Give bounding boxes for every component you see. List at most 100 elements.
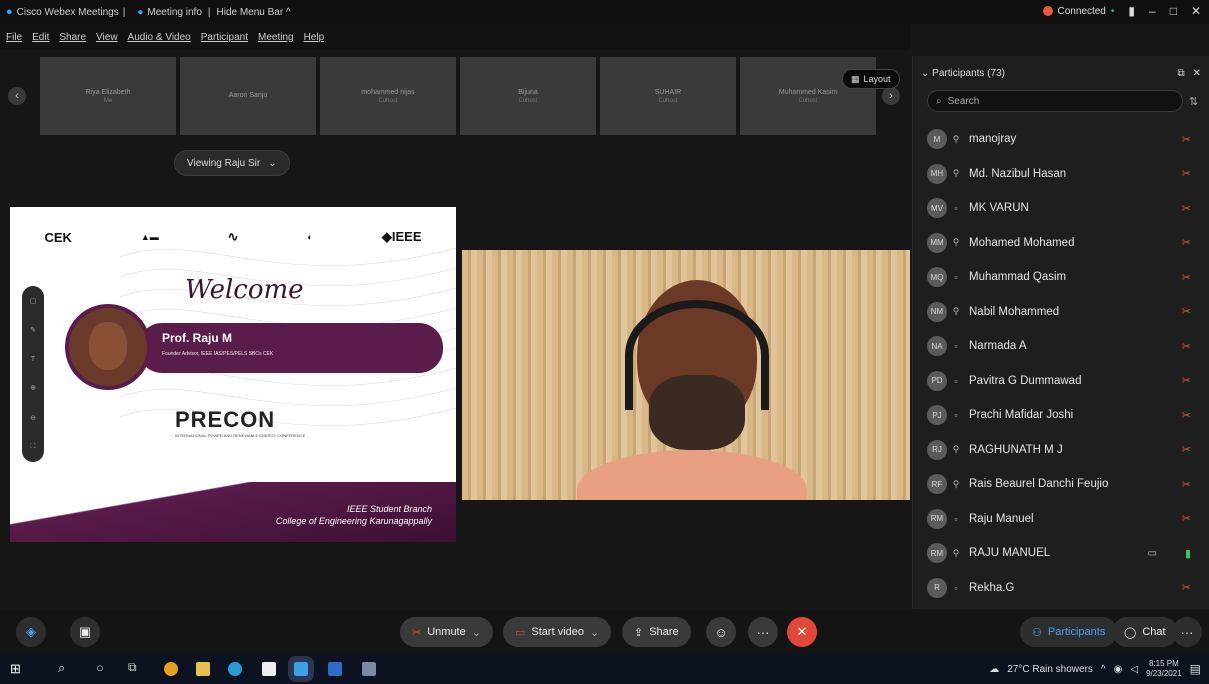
edge-icon[interactable] bbox=[228, 662, 242, 676]
participant-row[interactable]: MH ⚲ Md. Nazibul Hasan ✂ bbox=[913, 157, 1209, 192]
share-button[interactable]: ⇪ Share bbox=[622, 617, 691, 647]
zoom-in-icon[interactable]: ⊕ bbox=[30, 384, 36, 392]
zoom-out-icon[interactable]: ⊖ bbox=[30, 414, 36, 422]
participants-button[interactable]: ⚇ Participants bbox=[1020, 617, 1118, 647]
participant-row[interactable]: MQ ▫ Muhammad Qasim ✂ bbox=[913, 260, 1209, 295]
muted-mic-icon[interactable]: ✂ bbox=[1182, 202, 1191, 215]
meeting-info-button[interactable]: ● Meeting info bbox=[131, 7, 208, 18]
sort-icon[interactable]: ⇅ bbox=[1189, 95, 1198, 108]
layout-button[interactable]: ▦ Layout bbox=[842, 69, 900, 89]
participant-row[interactable]: R ▫ Rekha.G ✂ bbox=[913, 571, 1209, 606]
mobile-device-icon: ⚲ bbox=[952, 237, 960, 248]
word-icon[interactable] bbox=[328, 662, 342, 676]
desktop-device-icon: ▫ bbox=[954, 582, 958, 593]
muted-mic-icon[interactable]: ✂ bbox=[1182, 236, 1191, 249]
menu-file[interactable]: File bbox=[6, 32, 22, 43]
maximize-button[interactable]: □ bbox=[1170, 4, 1177, 18]
thumbnail-name: mohammed nijas bbox=[361, 88, 415, 96]
participant-row[interactable]: RJ ⚲ RAGHUNATH M J ✂ bbox=[913, 433, 1209, 468]
participant-row[interactable]: M ⚲ manojray ✂ bbox=[913, 122, 1209, 157]
more-options-button[interactable]: ··· bbox=[748, 617, 778, 647]
thumbnail-tile[interactable]: Aaron Sanju bbox=[180, 57, 316, 135]
muted-mic-icon[interactable]: ✂ bbox=[1182, 581, 1191, 594]
meeting-info-icon[interactable]: ◈ bbox=[16, 617, 46, 647]
participant-row[interactable]: NA ▫ Narmada A ✂ bbox=[913, 329, 1209, 364]
participant-search-input[interactable]: ⌕ Search bbox=[927, 90, 1183, 112]
participant-row[interactable]: MM ⚲ Mohamed Mohamed ✂ bbox=[913, 226, 1209, 261]
menu-help[interactable]: Help bbox=[304, 32, 325, 43]
draw-tool-icon[interactable]: ✎ bbox=[30, 326, 36, 334]
muted-mic-icon[interactable]: ✂ bbox=[1182, 340, 1191, 353]
file-explorer-icon[interactable] bbox=[196, 662, 210, 676]
muted-mic-icon[interactable]: ✂ bbox=[1182, 374, 1191, 387]
notion-icon[interactable] bbox=[262, 662, 276, 676]
participant-row[interactable]: RM ▫ Raju Manuel ✂ bbox=[913, 502, 1209, 537]
muted-mic-icon[interactable]: ✂ bbox=[1182, 133, 1191, 146]
muted-mic-icon[interactable]: ✂ bbox=[1182, 409, 1191, 422]
strip-prev-button[interactable]: ‹ bbox=[8, 87, 26, 105]
participants-title[interactable]: ⌄ Participants (73) bbox=[921, 68, 1005, 79]
chat-button[interactable]: ◯ Chat bbox=[1112, 617, 1178, 647]
menu-bar: File Edit Share View Audio & Video Parti… bbox=[0, 24, 910, 50]
muted-mic-icon[interactable]: ✂ bbox=[1182, 167, 1191, 180]
muted-mic-icon[interactable]: ✂ bbox=[1182, 443, 1191, 456]
menu-share[interactable]: Share bbox=[59, 32, 86, 43]
notifications-icon[interactable]: ▤ bbox=[1190, 662, 1201, 676]
hide-menu-bar-button[interactable]: Hide Menu Bar ^ bbox=[211, 7, 297, 18]
title-separator: | bbox=[122, 6, 126, 18]
participant-row[interactable]: NM ⚲ Nabil Mohammed ✂ bbox=[913, 295, 1209, 330]
participant-row[interactable]: RF ⚲ Rais Beaurel Danchi Feujio ✂ bbox=[913, 467, 1209, 502]
chevron-down-icon: ⌄ bbox=[268, 157, 277, 169]
windows-start-icon[interactable]: ⊞ bbox=[10, 661, 21, 677]
webex-taskbar-icon[interactable] bbox=[288, 656, 314, 682]
menu-participant[interactable]: Participant bbox=[201, 32, 248, 43]
camera-app-icon[interactable] bbox=[362, 662, 376, 676]
thumbnail-tile[interactable]: Riya Elizabeth Me bbox=[40, 57, 176, 135]
cortana-icon[interactable]: ○ bbox=[96, 660, 104, 675]
start-video-button[interactable]: ▭ Start video ⌄ bbox=[503, 617, 612, 647]
close-button[interactable]: ✕ bbox=[1191, 4, 1201, 18]
muted-mic-icon[interactable]: ✂ bbox=[1182, 305, 1191, 318]
fit-screen-icon[interactable]: ⛶ bbox=[31, 443, 36, 451]
muted-mic-icon[interactable]: ✂ bbox=[1182, 271, 1191, 284]
task-view-icon[interactable]: ⧉ bbox=[128, 660, 137, 675]
menu-edit[interactable]: Edit bbox=[32, 32, 49, 43]
clock[interactable]: 8:15 PM 9/23/2021 bbox=[1146, 659, 1182, 679]
popout-icon[interactable]: ⧉ bbox=[1177, 68, 1184, 79]
menu-meeting[interactable]: Meeting bbox=[258, 32, 294, 43]
captions-icon[interactable]: ▣ bbox=[70, 617, 100, 647]
reactions-icon[interactable]: ☺ bbox=[706, 617, 736, 647]
thumbnail-tile[interactable]: SUHAIR Cohost bbox=[600, 57, 736, 135]
close-panel-icon[interactable]: ✕ bbox=[1193, 68, 1201, 79]
chevron-down-icon[interactable]: ⌄ bbox=[590, 626, 599, 639]
video-camera-icon[interactable]: ▭ bbox=[1148, 548, 1157, 559]
menu-audio-video[interactable]: Audio & Video bbox=[128, 32, 191, 43]
menu-view[interactable]: View bbox=[96, 32, 118, 43]
unmute-button[interactable]: ✂ Unmute ⌄ bbox=[400, 617, 493, 647]
thumbnail-tile[interactable]: Bijuna Cohost bbox=[460, 57, 596, 135]
participant-row[interactable]: PJ ▫ Prachi Mafidar Joshi ✂ bbox=[913, 398, 1209, 433]
pointer-tool-icon[interactable]: ▢ bbox=[30, 297, 37, 305]
muted-mic-icon[interactable]: ✂ bbox=[1182, 512, 1191, 525]
participants-header: ⌄ Participants (73) ⧉ ✕ bbox=[913, 56, 1209, 90]
viewing-selector[interactable]: Viewing Raju Sir ⌄ bbox=[174, 150, 290, 176]
chevron-down-icon[interactable]: ⌄ bbox=[472, 626, 481, 639]
muted-mic-icon[interactable]: ✂ bbox=[1182, 478, 1191, 491]
active-mic-icon[interactable]: ▮ bbox=[1185, 547, 1191, 560]
participant-row[interactable]: RM ⚲ RAJU MANUEL ▭ ▮ bbox=[913, 536, 1209, 571]
text-tool-icon[interactable]: T bbox=[31, 356, 35, 363]
panel-more-button[interactable]: ··· bbox=[1172, 617, 1202, 647]
leave-meeting-button[interactable]: ✕ bbox=[787, 617, 817, 647]
network-icon[interactable]: ◉ bbox=[1114, 664, 1123, 675]
minimize-button[interactable]: – bbox=[1149, 4, 1156, 18]
volume-icon[interactable]: ◁ bbox=[1130, 664, 1138, 675]
search-icon[interactable]: ⌕ bbox=[58, 660, 65, 676]
strip-next-button[interactable]: › bbox=[882, 87, 900, 105]
weather-label[interactable]: 27°C Rain showers bbox=[1007, 664, 1093, 675]
chrome-icon[interactable] bbox=[164, 662, 178, 676]
participant-row[interactable]: MV ▫ MK VARUN ✂ bbox=[913, 191, 1209, 226]
thumbnail-tile[interactable]: mohammed nijas Cohost bbox=[320, 57, 456, 135]
tray-expand-icon[interactable]: ^ bbox=[1101, 664, 1106, 675]
participant-row[interactable]: PD ▫ Pavitra G Dummawad ✂ bbox=[913, 364, 1209, 399]
connection-status[interactable]: Connected • bbox=[1042, 6, 1114, 17]
